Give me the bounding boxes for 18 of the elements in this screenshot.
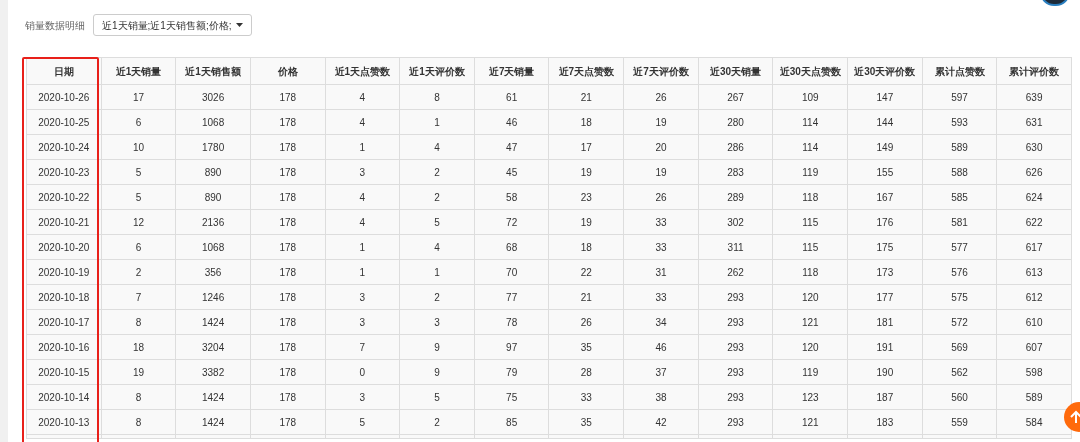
column-header: 日期 [26,57,102,85]
column-header: 近1天销售额 [175,57,251,85]
up-arrow-icon [1070,410,1080,424]
column-header: 近1天点赞数 [325,57,400,85]
column-header: 近7天评价数 [623,57,699,85]
column-header: 近1天销量 [101,57,176,85]
column-header: 累计点赞数 [922,57,997,85]
column-header: 价格 [250,57,326,85]
column-header: 近7天销量 [474,57,549,85]
filter-label: 销量数据明细 [25,18,85,33]
caret-icon [236,23,244,27]
column-header: 近30天评价数 [847,57,923,85]
column-header: 累计评价数 [996,57,1072,85]
column-header: 近1天评价数 [399,57,475,85]
column-header: 近7天点赞数 [549,57,624,85]
column-select-dropdown[interactable]: 近1天销量;近1天销售额;价格; [93,14,253,36]
column-header: 近30天点赞数 [772,57,848,85]
column-header: 近30天销量 [698,57,773,85]
